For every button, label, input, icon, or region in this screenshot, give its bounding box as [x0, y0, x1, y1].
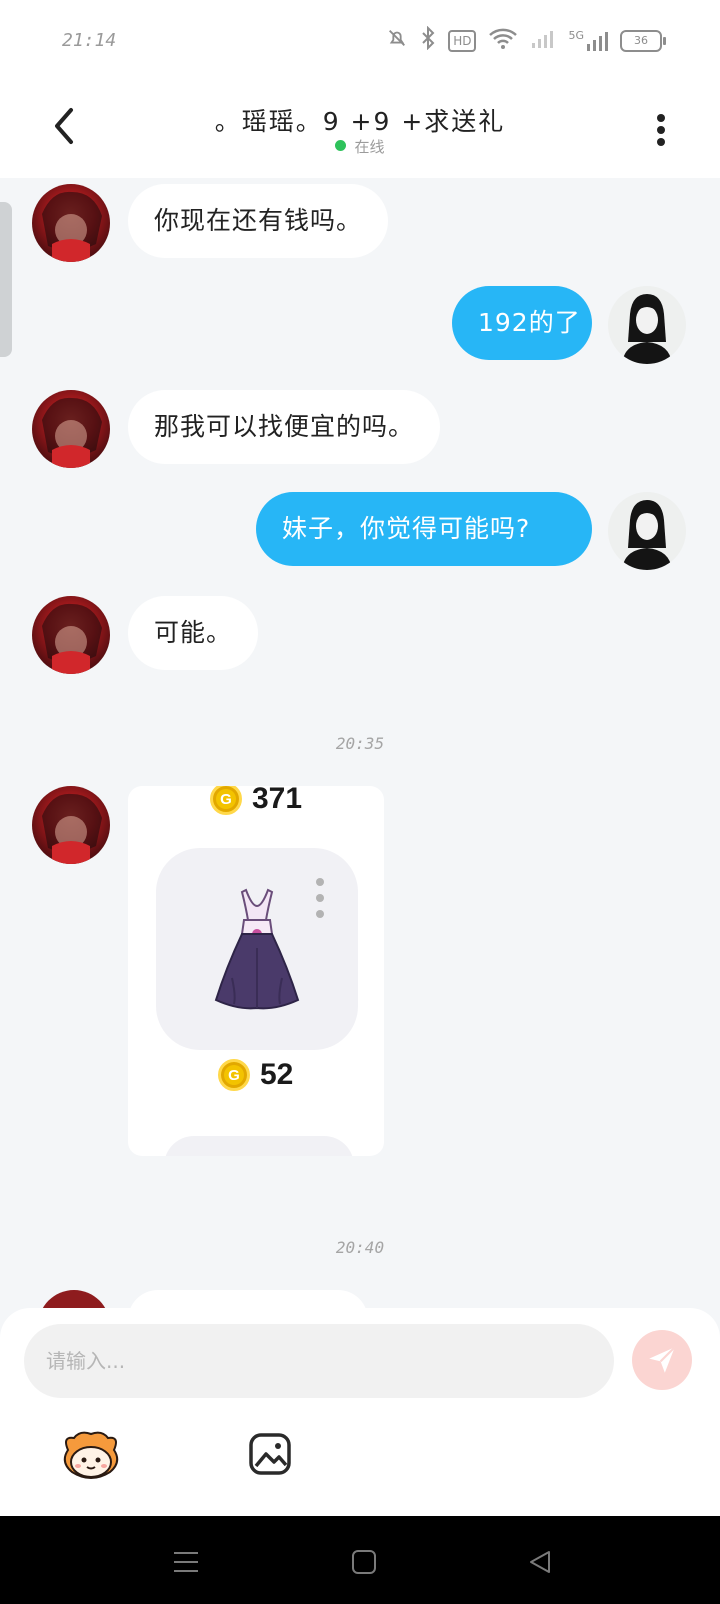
coin-icon: G	[210, 786, 242, 815]
chat-header: 。瑶瑶。9 +9 +求送礼 在线	[0, 80, 720, 178]
nav-menu-icon	[174, 1552, 198, 1572]
gift-more-button[interactable]	[316, 878, 326, 918]
message-input[interactable]	[24, 1324, 614, 1398]
contact-avatar[interactable]	[32, 390, 110, 468]
send-icon	[649, 1346, 676, 1373]
message-timestamp: 20:40	[335, 1238, 385, 1257]
nav-home-button[interactable]	[348, 1546, 380, 1578]
status-bar: 21:14 HD 5G 36	[0, 0, 720, 80]
send-button[interactable]	[632, 1330, 692, 1390]
online-status: 在线	[0, 136, 720, 157]
status-time: 21:14	[62, 30, 117, 51]
status-icons: HD 5G 36	[386, 25, 666, 55]
nav-back-button[interactable]	[524, 1546, 556, 1578]
scrollbar-thumb[interactable]	[0, 202, 12, 357]
mascot-emoji-button[interactable]	[60, 1428, 122, 1484]
mascot-emoji-icon	[63, 1431, 119, 1479]
mute-icon	[386, 27, 408, 54]
my-avatar[interactable]	[608, 492, 686, 570]
nav-menu-button[interactable]	[170, 1546, 202, 1578]
gift-item-price: G 52	[218, 1058, 293, 1092]
message-bubble-incoming[interactable]: 那我可以找便宜的吗。	[128, 390, 441, 464]
message-bubble-incoming[interactable]: 你现在还有钱吗。	[128, 184, 389, 258]
coin-icon: G	[218, 1059, 250, 1091]
online-dot	[335, 140, 347, 151]
bluetooth-icon	[420, 25, 436, 55]
contact-avatar[interactable]	[32, 786, 110, 864]
system-nav-bar	[0, 1516, 720, 1604]
gift-item-price-value: 52	[260, 1058, 294, 1091]
my-avatar[interactable]	[608, 286, 686, 364]
image-icon	[249, 1433, 291, 1475]
signal-5g-icon: 5G	[568, 30, 608, 52]
message-bubble-incoming[interactable]: 可能。	[128, 596, 259, 670]
gift-item-dress[interactable]	[156, 848, 358, 1050]
online-label: 在线	[354, 138, 385, 156]
more-vertical-icon	[657, 114, 665, 122]
more-options-button[interactable]	[646, 110, 676, 150]
image-picker-button[interactable]	[248, 1432, 292, 1476]
nav-back-icon	[530, 1551, 550, 1573]
dress-icon	[214, 888, 300, 1010]
message-bubble-outgoing[interactable]: 192的了	[452, 286, 592, 360]
wifi-icon	[488, 27, 518, 54]
message-bubble-outgoing[interactable]: 妹子，你觉得可能吗?	[256, 492, 592, 566]
nav-home-icon	[352, 1550, 376, 1574]
signal-weak-icon	[530, 27, 556, 54]
gift-price-top: G 371	[210, 786, 302, 816]
message-timestamp: 20:35	[335, 734, 385, 753]
network-label: 5G	[568, 28, 584, 42]
battery-icon: 36	[620, 29, 666, 52]
gift-price-value: 371	[252, 786, 303, 815]
contact-avatar[interactable]	[32, 596, 110, 674]
chat-title: 。瑶瑶。9 +9 +求送礼	[214, 107, 506, 136]
contact-avatar[interactable]	[32, 184, 110, 262]
hd-badge: HD	[448, 29, 477, 52]
gift-item-next[interactable]	[164, 1136, 354, 1156]
gift-list-card[interactable]: G 371 G 52	[128, 786, 384, 1156]
composer-bar	[0, 1308, 720, 1516]
